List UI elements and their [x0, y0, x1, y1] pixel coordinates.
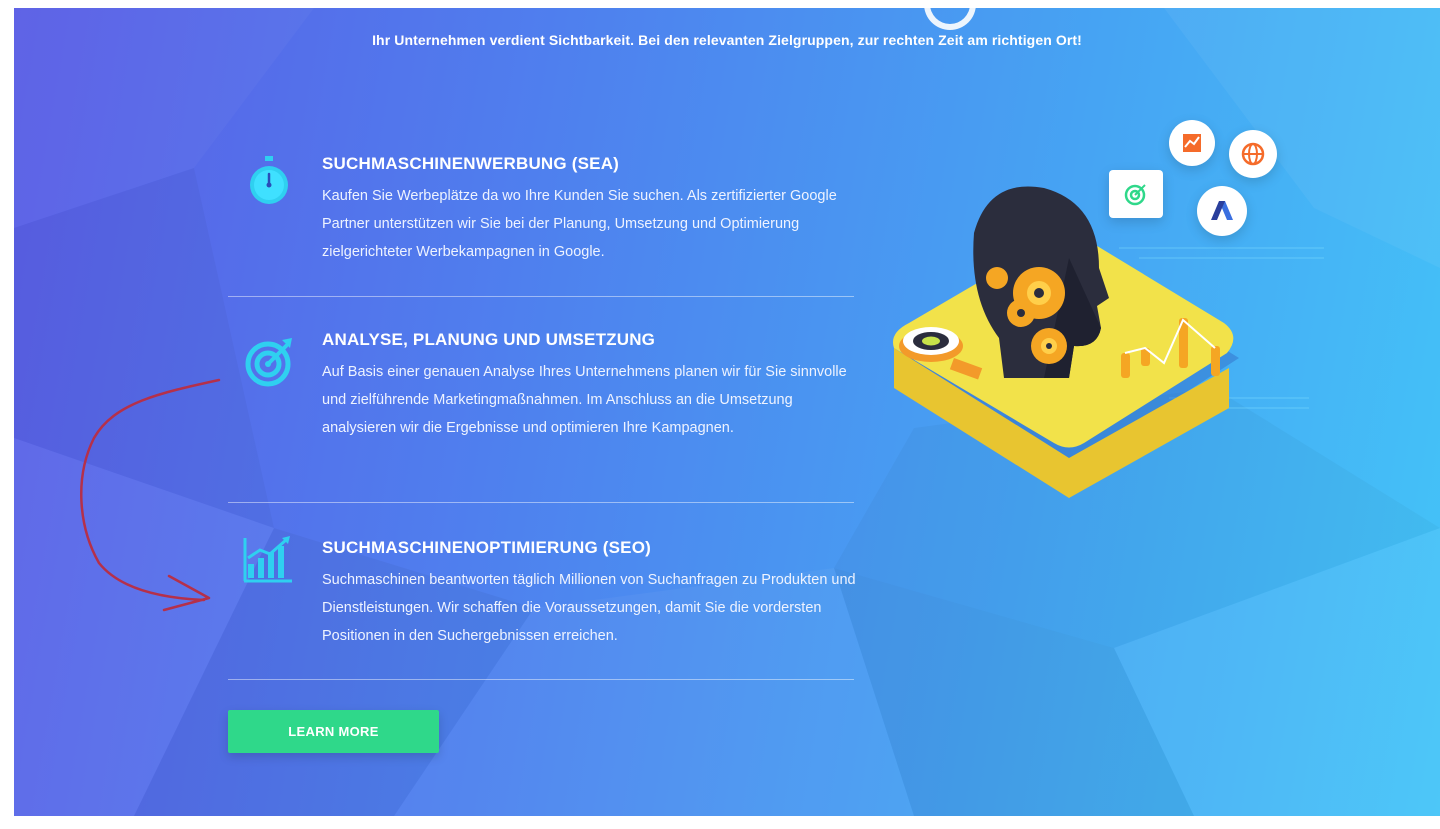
- target-bubble-icon: [1109, 170, 1163, 218]
- feature-title: SUCHMASCHINENWERBUNG (SEA): [322, 154, 620, 173]
- feature-text: Kaufen Sie Werbeplätze da wo Ihre Kunden…: [322, 188, 837, 260]
- section-subtitle: Ihr Unternehmen verdient Sichtbarkeit. B…: [372, 32, 1082, 48]
- bar-chart-icon: [243, 536, 292, 583]
- adwords-icon: [1197, 186, 1247, 236]
- feature-title: SUCHMASCHINENOPTIMIERUNG (SEO): [322, 538, 652, 557]
- feature-text: Suchmaschinen beantworten täglich Millio…: [322, 572, 856, 644]
- divider: [228, 296, 854, 297]
- feature-analysis: ANALYSE, PLANUNG UND UMSETZUNG Auf Basis…: [228, 330, 854, 480]
- feature-seo: SUCHMASCHINENOPTIMIERUNG (SEO) Suchmasch…: [228, 536, 856, 658]
- learn-more-button[interactable]: LEARN MORE: [228, 710, 439, 753]
- analytics-icon: [1169, 120, 1215, 166]
- feature-title: ANALYSE, PLANUNG UND UMSETZUNG: [322, 330, 656, 349]
- stopwatch-icon: [250, 156, 288, 204]
- feature-sea: SUCHMASCHINENWERBUNG (SEA) Kaufen Sie We…: [228, 154, 854, 274]
- marketing-illustration: [869, 108, 1329, 508]
- divider: [228, 502, 854, 503]
- hero-section: Ihr Unternehmen verdient Sichtbarkeit. B…: [14, 8, 1440, 816]
- feature-text: Auf Basis einer genauen Analyse Ihres Un…: [322, 364, 847, 436]
- divider: [228, 679, 854, 680]
- annotation-arrow: [80, 378, 221, 612]
- globe-icon: [1229, 130, 1277, 178]
- target-icon: [245, 338, 292, 387]
